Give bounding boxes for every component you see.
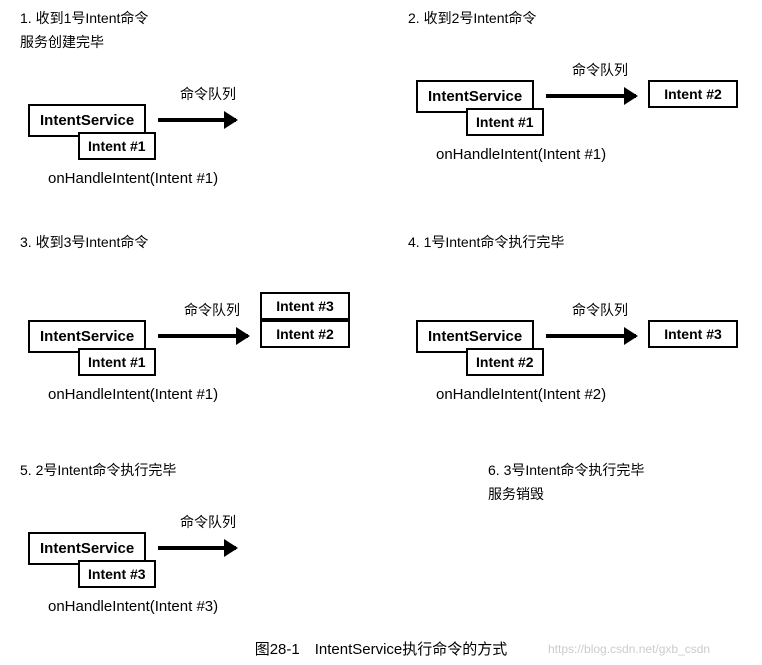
queue-item: Intent #3 (260, 292, 350, 320)
watermark: https://blog.csdn.net/gxb_csdn (548, 642, 710, 656)
step-title: 3. 收到3号Intent命令 (20, 232, 390, 252)
diagram: 命令队列 IntentService Intent #1 Intent #2 o… (408, 48, 762, 188)
handler-label: onHandleIntent(Intent #3) (48, 598, 218, 615)
step-5: 5. 2号Intent命令执行完毕 命令队列 IntentService Int… (20, 460, 390, 640)
step-2: 2. 收到2号Intent命令 命令队列 IntentService Inten… (408, 8, 762, 188)
step-title: 6. 3号Intent命令执行完毕 (488, 460, 762, 480)
queue-label: 命令队列 (184, 300, 240, 320)
queue-label: 命令队列 (572, 300, 628, 320)
step-3: 3. 收到3号Intent命令 命令队列 IntentService Inten… (20, 232, 390, 412)
diagram: 命令队列 IntentService Intent #3 onHandleInt… (20, 500, 390, 640)
step-title: 1. 收到1号Intent命令 (20, 8, 390, 28)
diagram: 命令队列 IntentService Intent #1 Intent #3 I… (20, 272, 390, 412)
step-4: 4. 1号Intent命令执行完毕 命令队列 IntentService Int… (408, 232, 762, 412)
arrow-icon (546, 334, 636, 338)
queue-label: 命令队列 (180, 84, 236, 104)
handler-label: onHandleIntent(Intent #1) (48, 170, 218, 187)
step-1: 1. 收到1号Intent命令 服务创建完毕 命令队列 IntentServic… (20, 8, 390, 212)
step-title: 2. 收到2号Intent命令 (408, 8, 762, 28)
step-6: 6. 3号Intent命令执行完毕 服务销毁 (488, 460, 762, 508)
arrow-icon (158, 334, 248, 338)
step-title: 5. 2号Intent命令执行完毕 (20, 460, 390, 480)
diagram: 命令队列 IntentService Intent #1 onHandleInt… (20, 72, 390, 212)
queue-item: Intent #3 (648, 320, 738, 348)
queue-item: Intent #2 (648, 80, 738, 108)
current-intent-box: Intent #1 (78, 348, 156, 376)
current-intent-box: Intent #1 (78, 132, 156, 160)
step-title: 4. 1号Intent命令执行完毕 (408, 232, 762, 252)
diagram: 命令队列 IntentService Intent #2 Intent #3 o… (408, 272, 762, 412)
arrow-icon (546, 94, 636, 98)
arrow-icon (158, 546, 236, 550)
step-subtitle: 服务创建完毕 (20, 32, 390, 52)
step-subtitle: 服务销毁 (488, 484, 762, 504)
current-intent-box: Intent #3 (78, 560, 156, 588)
current-intent-box: Intent #1 (466, 108, 544, 136)
handler-label: onHandleIntent(Intent #1) (436, 146, 606, 163)
arrow-icon (158, 118, 236, 122)
current-intent-box: Intent #2 (466, 348, 544, 376)
queue-label: 命令队列 (572, 60, 628, 80)
handler-label: onHandleIntent(Intent #2) (436, 386, 606, 403)
queue-label: 命令队列 (180, 512, 236, 532)
queue-item: Intent #2 (260, 320, 350, 348)
handler-label: onHandleIntent(Intent #1) (48, 386, 218, 403)
